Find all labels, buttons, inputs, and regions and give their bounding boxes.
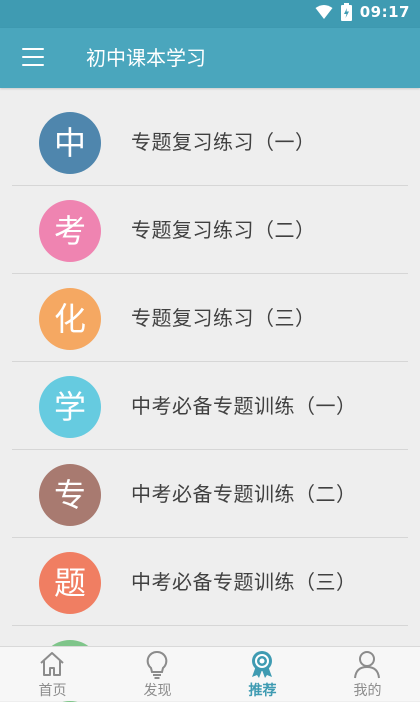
tab-discover[interactable]: 发现	[105, 647, 210, 701]
topic-badge-avatar: 学	[39, 376, 101, 438]
hamburger-menu-icon[interactable]	[22, 48, 44, 66]
list-item[interactable]: 学 中考必备专题训练（一）	[0, 362, 420, 450]
topic-badge-avatar: 中	[39, 112, 101, 174]
list-item[interactable]: 专 中考必备专题训练（二）	[0, 450, 420, 538]
divider	[12, 625, 408, 626]
wifi-icon	[315, 5, 333, 19]
list-item-title: 中考必备专题训练（三）	[131, 570, 357, 594]
tab-recommend[interactable]: 推荐	[210, 647, 315, 701]
home-icon	[40, 652, 64, 676]
list-item[interactable]: 中 专题复习练习（一）	[0, 98, 420, 186]
tab-discover-label: 发现	[143, 683, 172, 699]
list-item-title: 中考必备专题训练（一）	[131, 394, 357, 418]
topic-badge-avatar: 化	[39, 288, 101, 350]
list-item-title: 专题复习练习（一）	[131, 130, 316, 154]
tab-mine[interactable]: 我的	[315, 647, 420, 701]
app-bar: 初中课本学习	[0, 28, 420, 88]
page-title: 初中课本学习	[86, 46, 206, 70]
list-item-title: 专题复习练习（二）	[131, 218, 316, 242]
person-icon	[354, 651, 380, 679]
status-bar: 09:17	[0, 0, 420, 28]
tab-mine-label: 我的	[353, 683, 382, 699]
tab-recommend-label: 推荐	[248, 683, 277, 699]
topic-badge-avatar: 题	[39, 552, 101, 614]
tab-home-label: 首页	[38, 683, 67, 699]
lightbulb-icon	[146, 650, 168, 679]
topic-list: 中专题复习练习（一）考专题复习练习（二）化专题复习练习（三）学中考必备专题训练（…	[0, 98, 420, 646]
battery-icon	[340, 3, 352, 21]
list-item[interactable]: 题 中考必备专题训练（三）	[0, 538, 420, 626]
tab-home[interactable]: 首页	[0, 647, 105, 701]
topic-badge-avatar: 考	[39, 200, 101, 262]
topic-badge-avatar: 专	[39, 464, 101, 526]
clock: 09:17	[359, 3, 410, 21]
bottom-navigation: 首页 发现 推荐 我的	[0, 646, 420, 701]
award-badge-icon	[252, 651, 272, 678]
list-item-title: 专题复习练习（三）	[131, 306, 316, 330]
list-item[interactable]: 化 专题复习练习（三）	[0, 274, 420, 362]
list-item[interactable]: 考 专题复习练习（二）	[0, 186, 420, 274]
list-item-title: 中考必备专题训练（二）	[131, 482, 357, 506]
